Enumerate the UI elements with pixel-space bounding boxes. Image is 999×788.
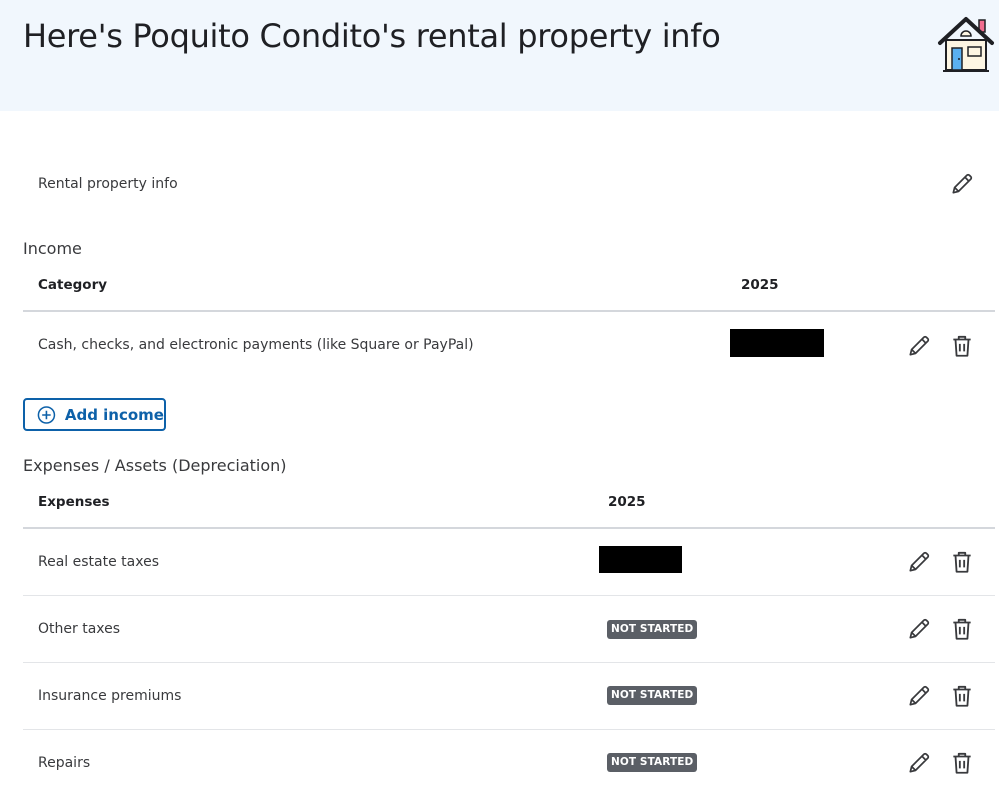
- delete-trash-icon[interactable]: [949, 616, 975, 642]
- page-header: Here's Poquito Condito's rental property…: [0, 0, 999, 111]
- delete-trash-icon[interactable]: [949, 750, 975, 776]
- delete-trash-icon[interactable]: [949, 333, 975, 359]
- edit-property-info-pencil-icon[interactable]: [949, 171, 975, 197]
- status-badge: NOT STARTED: [607, 620, 698, 639]
- income-row-label: Cash, checks, and electronic payments (l…: [38, 337, 474, 353]
- edit-pencil-icon[interactable]: [906, 616, 932, 642]
- expenses-year-column-header: 2025: [608, 494, 646, 510]
- expense-row-label: Repairs: [38, 755, 91, 771]
- income-section-title: Income: [23, 239, 82, 258]
- row-divider: [23, 729, 995, 730]
- expenses-column-header: Expenses: [38, 494, 110, 510]
- edit-pencil-icon[interactable]: [906, 549, 932, 575]
- expenses-section-title: Expenses / Assets (Depreciation): [23, 456, 287, 475]
- add-income-button[interactable]: Add income: [23, 398, 166, 431]
- page-title: Here's Poquito Condito's rental property…: [23, 17, 721, 55]
- house-icon: [937, 14, 995, 74]
- status-badge: NOT STARTED: [607, 753, 698, 772]
- edit-pencil-icon[interactable]: [906, 750, 932, 776]
- delete-trash-icon[interactable]: [949, 549, 975, 575]
- income-category-column-header: Category: [38, 277, 108, 293]
- expense-row-label: Other taxes: [38, 621, 121, 637]
- edit-pencil-icon[interactable]: [906, 683, 932, 709]
- expense-row-label: Real estate taxes: [38, 554, 159, 570]
- income-header-divider: [23, 310, 995, 312]
- status-badge: NOT STARTED: [607, 686, 698, 705]
- delete-trash-icon[interactable]: [949, 683, 975, 709]
- redacted-amount: [730, 329, 824, 357]
- rental-property-info-label: Rental property info: [38, 176, 178, 192]
- income-year-column-header: 2025: [741, 277, 779, 293]
- row-divider: [23, 595, 995, 596]
- redacted-amount: [599, 546, 682, 573]
- row-divider: [23, 662, 995, 663]
- edit-pencil-icon[interactable]: [906, 333, 932, 359]
- plus-circle-icon: [37, 405, 56, 424]
- add-income-label: Add income: [64, 405, 164, 424]
- expenses-header-divider: [23, 527, 995, 529]
- expense-row-label: Insurance premiums: [38, 688, 182, 704]
